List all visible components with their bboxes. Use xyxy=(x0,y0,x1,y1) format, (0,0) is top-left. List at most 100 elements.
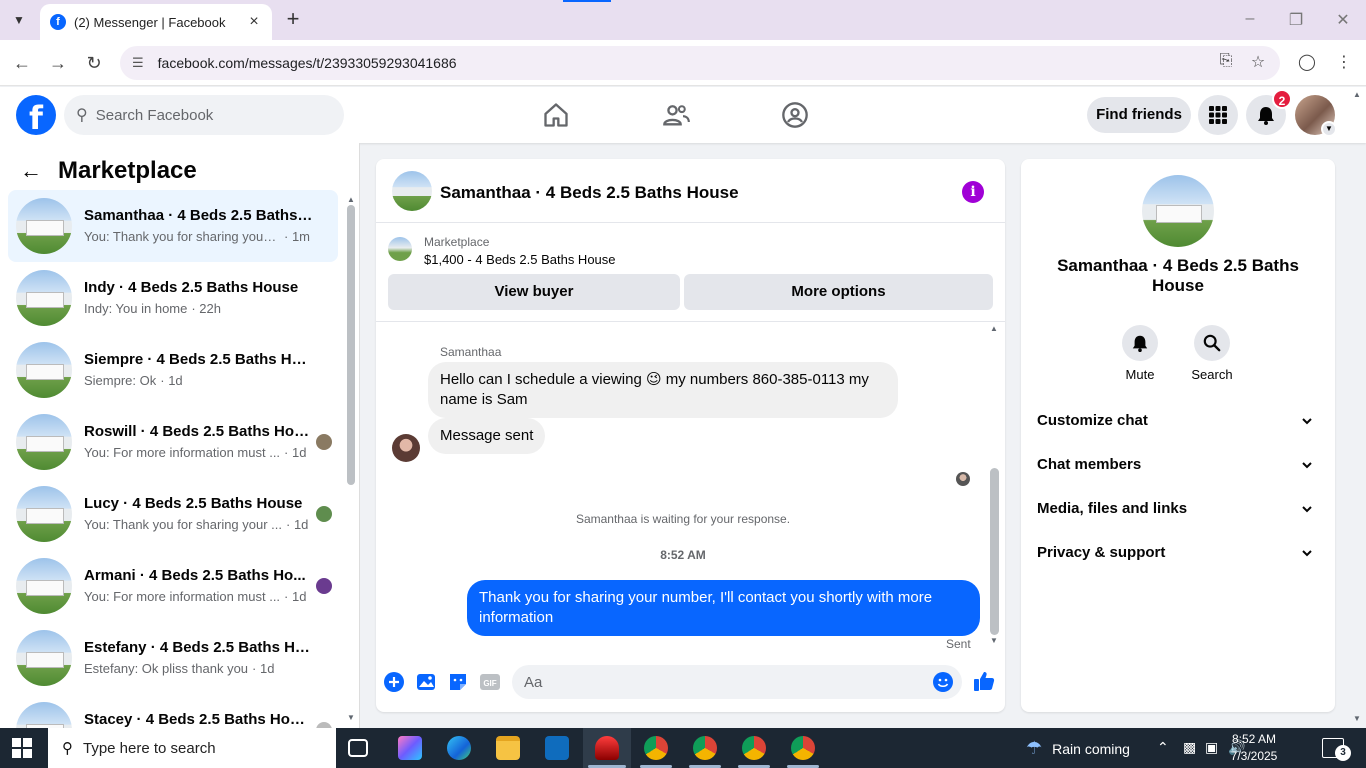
chrome-icon[interactable] xyxy=(742,736,766,760)
gif-icon[interactable]: GIF xyxy=(479,671,501,693)
message-input[interactable] xyxy=(512,665,962,699)
search-in-chat-button[interactable]: Search xyxy=(1182,325,1242,382)
windows-taskbar: ⚲ Type here to search ☂ Rain coming ⌃ ▩ … xyxy=(0,728,1366,768)
thumbs-up-icon[interactable] xyxy=(972,669,996,693)
browser-tab[interactable]: f (2) Messenger | Facebook × xyxy=(40,4,272,40)
chrome-icon[interactable] xyxy=(644,736,668,760)
chat-listing-thumbnail[interactable] xyxy=(392,171,432,211)
friends-icon[interactable] xyxy=(662,101,690,129)
photo-icon[interactable] xyxy=(415,671,437,693)
conversation-item[interactable]: Siempre · 4 Beds 2.5 Baths House Siempre:… xyxy=(8,334,338,406)
groups-icon[interactable] xyxy=(781,101,809,129)
snippet-time: · 1m xyxy=(284,229,310,244)
media-files-links-section[interactable]: Media, files and links xyxy=(1037,489,1319,529)
taskbar-clock[interactable]: 8:52 AM 7/3/2025 xyxy=(1226,731,1282,765)
file-explorer-icon[interactable] xyxy=(496,736,520,760)
profile-icon[interactable]: ◯ xyxy=(1297,52,1317,72)
conversation-thumbnail xyxy=(16,558,72,614)
forward-arrow-icon[interactable]: → xyxy=(47,52,69,74)
chat-members-section[interactable]: Chat members xyxy=(1037,445,1319,485)
sender-avatar[interactable] xyxy=(392,434,420,462)
plus-circle-icon[interactable] xyxy=(383,671,405,693)
facebook-logo-icon[interactable]: f xyxy=(16,95,56,135)
meet-now-icon[interactable]: ▩ xyxy=(1183,739,1196,756)
restore-icon[interactable]: ❐ xyxy=(1286,10,1306,30)
umbrella-icon: ☂ xyxy=(1026,738,1043,758)
back-arrow-icon[interactable]: ← xyxy=(11,52,33,74)
scroll-down-arrow-icon[interactable]: ▼ xyxy=(990,636,998,645)
sidebar-title: Marketplace xyxy=(58,157,197,184)
more-options-button[interactable]: More options xyxy=(684,274,993,310)
address-bar[interactable]: ☰ facebook.com/messages/t/23933059293041… xyxy=(120,46,1280,80)
incoming-message[interactable]: Hello can I schedule a viewing 😉 my numb… xyxy=(428,362,898,418)
taskbar-search[interactable]: ⚲ Type here to search xyxy=(48,728,336,768)
chrome-icon[interactable] xyxy=(693,736,717,760)
chat-title[interactable]: Samanthaa · 4 Beds 2.5 Baths House xyxy=(440,183,739,203)
tab-search-chevron-icon[interactable]: ▼ xyxy=(6,8,32,32)
site-info-icon[interactable]: ☰ xyxy=(132,55,144,71)
conversation-item[interactable]: Lucy · 4 Beds 2.5 Baths House You: Thank … xyxy=(8,478,338,550)
conversation-item[interactable]: Roswill · 4 Beds 2.5 Baths Hou... You: Fo… xyxy=(8,406,338,478)
conversation-item[interactable]: Indy · 4 Beds 2.5 Baths House Indy: You i… xyxy=(8,262,338,334)
mute-label: Mute xyxy=(1125,367,1155,382)
scroll-up-arrow-icon[interactable]: ▲ xyxy=(347,195,355,204)
outgoing-message[interactable]: Thank you for sharing your number, I'll … xyxy=(467,580,980,636)
bookmark-star-icon[interactable]: ☆ xyxy=(1248,52,1268,72)
sidebar-scrollbar[interactable] xyxy=(347,205,355,485)
notification-center-icon[interactable]: 3 xyxy=(1322,738,1351,761)
menu-grid-button[interactable] xyxy=(1198,95,1238,135)
conversation-name: Stacey · 4 Beds 2.5 Baths House xyxy=(84,711,314,728)
snippet-text: Indy: You in home xyxy=(84,301,188,316)
weather-text: Rain coming xyxy=(1052,740,1130,757)
customize-chat-section[interactable]: Customize chat xyxy=(1037,401,1319,441)
account-chevron-down-icon[interactable]: ▼ xyxy=(1321,121,1337,137)
sticker-icon[interactable] xyxy=(447,671,469,693)
network-icon[interactable]: ▣ xyxy=(1205,739,1218,756)
page-scroll-down-icon[interactable]: ▼ xyxy=(1353,714,1361,723)
conversation-name: Roswill · 4 Beds 2.5 Baths Hou... xyxy=(84,423,314,440)
browser-menu-icon[interactable]: ⋮ xyxy=(1334,52,1354,72)
privacy-support-section[interactable]: Privacy & support xyxy=(1037,533,1319,573)
pinned-app-icon[interactable] xyxy=(595,736,619,760)
conversation-item[interactable]: Armani · 4 Beds 2.5 Baths Ho... You: For … xyxy=(8,550,338,622)
conversation-item[interactable]: Stacey · 4 Beds 2.5 Baths House xyxy=(8,694,338,728)
minimize-icon[interactable]: – xyxy=(1240,10,1260,28)
copilot-icon[interactable] xyxy=(398,736,422,760)
chrome-icon[interactable] xyxy=(791,736,815,760)
info-icon[interactable]: i xyxy=(962,181,984,203)
scroll-up-arrow-icon[interactable]: ▲ xyxy=(990,324,998,333)
incoming-message[interactable]: Message sent xyxy=(428,418,546,454)
window-close-icon[interactable]: ✕ xyxy=(1333,10,1353,30)
windows-start-icon[interactable] xyxy=(12,738,32,758)
thread-scrollbar[interactable] xyxy=(990,468,999,635)
view-buyer-button[interactable]: View buyer xyxy=(388,274,680,310)
snippet-text: Estefany: Ok pliss thank you xyxy=(84,661,249,676)
scroll-down-arrow-icon[interactable]: ▼ xyxy=(347,713,355,722)
conversation-name: Indy · 4 Beds 2.5 Baths House xyxy=(84,279,299,296)
mute-button[interactable]: Mute xyxy=(1110,325,1170,382)
outlook-icon[interactable] xyxy=(545,736,569,760)
task-view-icon[interactable] xyxy=(348,739,368,757)
tab-close-icon[interactable]: × xyxy=(246,13,262,31)
install-app-icon[interactable]: ⎘ xyxy=(1216,52,1236,70)
facebook-search[interactable]: ⚲ xyxy=(64,95,344,135)
new-tab-button[interactable]: + xyxy=(282,8,304,30)
message-timestamp: 8:52 AM xyxy=(660,548,706,562)
find-friends-button[interactable]: Find friends xyxy=(1087,97,1191,133)
notification-badge: 2 xyxy=(1272,89,1292,109)
emoji-icon[interactable] xyxy=(932,671,954,693)
search-icon: ⚲ xyxy=(76,107,88,124)
reload-icon[interactable]: ↻ xyxy=(83,52,105,74)
conversation-item[interactable]: Estefany · 4 Beds 2.5 Baths House Estefan… xyxy=(8,622,338,694)
weather-widget[interactable]: ☂ Rain coming xyxy=(1026,738,1130,759)
chevron-up-icon[interactable]: ⌃ xyxy=(1157,739,1169,756)
home-icon[interactable] xyxy=(542,101,570,129)
page-scroll-up-icon[interactable]: ▲ xyxy=(1353,90,1361,99)
conversation-snippet: You: Thank you for sharing your ... · 1d xyxy=(84,517,310,532)
conversation-name: Lucy · 4 Beds 2.5 Baths House xyxy=(84,495,303,512)
edge-icon[interactable] xyxy=(447,736,471,760)
conversation-item[interactable]: Samanthaa · 4 Beds 2.5 Baths H... You: Th… xyxy=(8,190,338,262)
listing-photo[interactable] xyxy=(1142,175,1214,247)
facebook-search-input[interactable] xyxy=(95,106,316,124)
back-arrow-icon[interactable]: ← xyxy=(20,158,42,184)
